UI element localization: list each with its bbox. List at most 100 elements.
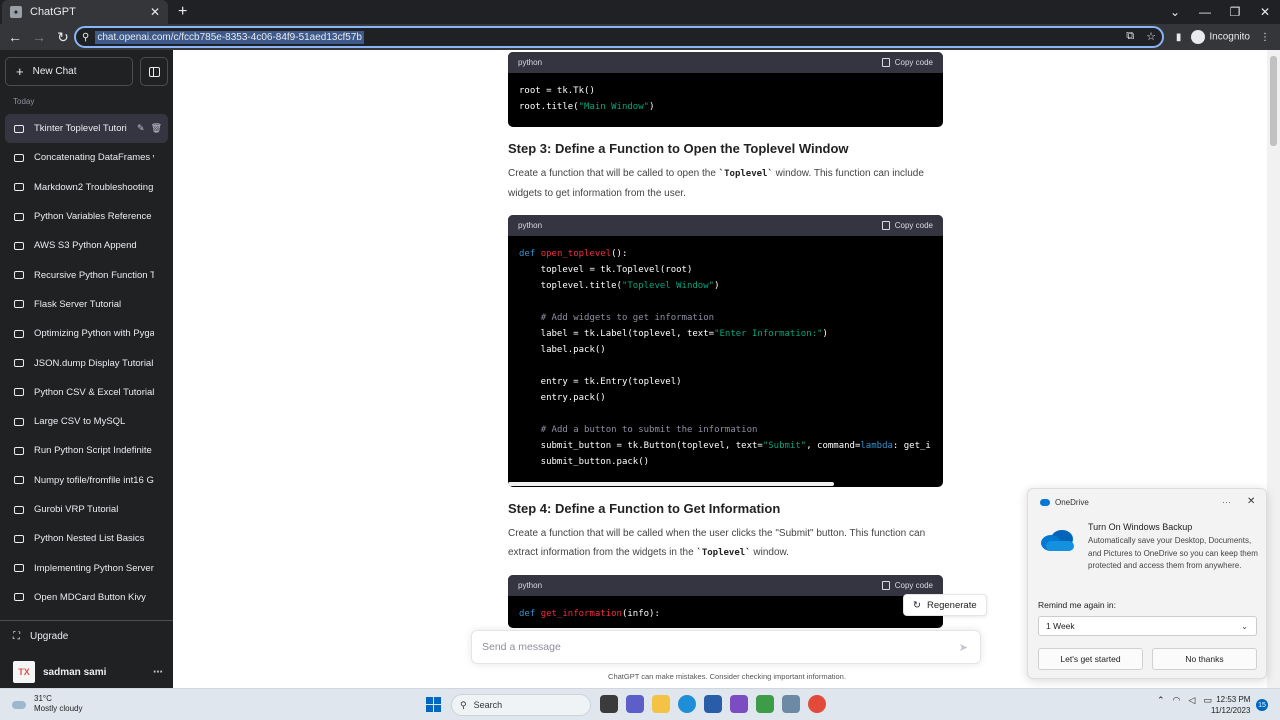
forward-icon[interactable]: →	[27, 29, 51, 45]
browser-tabbar: ✦ ChatGPT ✕ + ⌄ — ❐ ✕	[0, 0, 1280, 24]
chat-history-item[interactable]: Recursive Python Function T	[5, 260, 168, 289]
chat-bubble-icon	[14, 388, 24, 397]
chat-bubble-icon	[14, 271, 24, 280]
inline-code: `Toplevel`	[718, 169, 773, 179]
notepad-icon[interactable]	[756, 695, 774, 713]
app-icon[interactable]	[730, 695, 748, 713]
message-input[interactable]	[482, 641, 942, 653]
store-icon[interactable]	[704, 695, 722, 713]
wifi-icon[interactable]: ◠	[1173, 695, 1181, 706]
copy-label: Copy code	[894, 581, 933, 590]
clock[interactable]: 12:53 PM 11/12/2023	[1211, 694, 1250, 716]
tab-title: ChatGPT	[30, 6, 76, 18]
more-icon[interactable]: ⋯	[153, 667, 163, 678]
chat-history-item[interactable]: Tkinter Toplevel Tutori ✎ 🗑	[5, 114, 168, 144]
incognito-icon	[1191, 30, 1206, 44]
code-block: python Copy code def open_toplevel(): to…	[508, 215, 943, 487]
chat-bubble-icon	[14, 476, 24, 485]
copy-code-button[interactable]: Copy code	[881, 581, 933, 590]
edge-icon[interactable]	[678, 695, 696, 713]
back-icon[interactable]: ←	[3, 29, 27, 45]
send-icon[interactable]: ➤	[959, 641, 968, 654]
regenerate-label: Regenerate	[926, 599, 977, 611]
reload-icon[interactable]: ↻	[51, 29, 75, 46]
copy-code-button[interactable]: Copy code	[881, 221, 933, 230]
chat-history-item[interactable]: Optimizing Python with Pyga	[5, 319, 168, 348]
chat-history-item[interactable]: Implementing Python Server	[5, 553, 168, 582]
toast-more-icon[interactable]: ···	[1222, 497, 1231, 507]
new-tab-icon[interactable]: +	[178, 3, 187, 21]
step4-paragraph: Create a function that will be called wh…	[508, 524, 938, 563]
chat-history-item[interactable]: Open MDCard Button Kivy	[5, 583, 168, 612]
toast-app: OneDrive	[1040, 498, 1089, 507]
restore-icon[interactable]: ❐	[1220, 5, 1250, 19]
chat-bubble-icon	[14, 300, 24, 309]
start-button[interactable]	[426, 697, 441, 712]
chat-history-item[interactable]: Markdown2 Troubleshooting	[5, 173, 168, 202]
teams-icon[interactable]	[626, 695, 644, 713]
chat-history-item[interactable]: Python Nested List Basics	[5, 524, 168, 553]
scrollbar-thumb[interactable]	[1270, 56, 1277, 146]
photos-icon[interactable]	[782, 695, 800, 713]
chat-title: Tkinter Toplevel Tutori	[34, 123, 127, 135]
task-view-icon[interactable]	[600, 695, 618, 713]
incognito-badge[interactable]: Incognito	[1191, 30, 1250, 44]
regenerate-button[interactable]: ↻ Regenerate	[903, 594, 987, 616]
remind-select[interactable]: 1 Week ⌄	[1038, 616, 1257, 636]
side-panel-icon[interactable]: ▮	[1176, 32, 1182, 43]
onedrive-cloud-icon	[1041, 530, 1074, 551]
menu-icon[interactable]: ⋮	[1260, 32, 1270, 43]
new-chat-button[interactable]: + New Chat	[5, 57, 133, 86]
volume-icon[interactable]: ◁	[1188, 695, 1195, 706]
chat-title: Large CSV to MySQL	[34, 416, 126, 428]
install-icon[interactable]: ⧉	[1126, 30, 1134, 43]
user-menu[interactable]: TX sadman sami ⋯	[13, 661, 163, 683]
step4-text-b: window.	[750, 547, 789, 558]
close-window-icon[interactable]: ✕	[1250, 5, 1280, 19]
no-thanks-button[interactable]: No thanks	[1152, 648, 1257, 670]
delete-icon[interactable]: 🗑	[151, 123, 162, 134]
lets-get-started-button[interactable]: Let's get started	[1038, 648, 1143, 670]
chat-history-item[interactable]: Numpy tofile/fromfile int16 G	[5, 466, 168, 495]
browser-tab[interactable]: ✦ ChatGPT ✕	[2, 0, 168, 24]
notification-badge[interactable]: 15	[1256, 699, 1268, 711]
search-label: Search	[473, 700, 503, 710]
edit-icon[interactable]: ✎	[137, 123, 145, 134]
close-tab-icon[interactable]: ✕	[150, 5, 160, 19]
url-text[interactable]: chat.openai.com/c/fccb785e-8353-4c06-84f…	[95, 30, 364, 44]
system-tray: ⌃ ◠ ◁ ▭	[1157, 695, 1212, 706]
address-bar[interactable]: ⚲ chat.openai.com/c/fccb785e-8353-4c06-8…	[74, 26, 1164, 48]
chat-history-item[interactable]: Python CSV & Excel Tutorial	[5, 378, 168, 407]
copy-code-button[interactable]: Copy code	[881, 58, 933, 67]
minimize-icon[interactable]: —	[1190, 5, 1220, 19]
tab-search-icon[interactable]: ⌄	[1160, 5, 1190, 19]
chat-history-item[interactable]: Flask Server Tutorial	[5, 290, 168, 319]
chat-history-item[interactable]: Concatenating DataFrames v	[5, 143, 168, 172]
chevron-up-icon[interactable]: ⌃	[1157, 695, 1165, 706]
chat-history-item[interactable]: JSON.dump Display Tutorial	[5, 348, 168, 377]
chat-history-item[interactable]: Python Variables Reference	[5, 202, 168, 231]
chrome-icon[interactable]	[808, 695, 826, 713]
chat-history-item[interactable]: Run Python Script Indefinite	[5, 436, 168, 465]
file-explorer-icon[interactable]	[652, 695, 670, 713]
site-info-icon[interactable]: ⚲	[82, 32, 89, 43]
horizontal-scrollbar[interactable]	[508, 482, 834, 486]
toast-close-icon[interactable]: ✕	[1247, 496, 1255, 507]
bookmark-star-icon[interactable]: ☆	[1146, 30, 1156, 43]
clipboard-icon	[881, 581, 890, 590]
chat-history-item[interactable]: Large CSV to MySQL	[5, 407, 168, 436]
step4-heading: Step 4: Define a Function to Get Informa…	[508, 501, 781, 516]
toast-body: Automatically save your Desktop, Documen…	[1088, 536, 1258, 570]
taskbar-search[interactable]: ⚲ Search	[451, 694, 591, 716]
weather-condition: Mostly cloudy	[34, 704, 83, 713]
sidebar-toggle-button[interactable]	[140, 57, 168, 86]
chat-history-item[interactable]: Gurobi VRP Tutorial	[5, 495, 168, 524]
chat-title: Optimizing Python with Pyga	[34, 328, 154, 340]
chat-bubble-icon	[14, 534, 24, 543]
chat-history-item[interactable]: AWS S3 Python Append	[5, 231, 168, 260]
upgrade-button[interactable]: ⛶ Upgrade	[13, 631, 68, 642]
page-scrollbar[interactable]	[1267, 50, 1280, 688]
weather-widget[interactable]: 31°C Mostly cloudy	[12, 694, 82, 714]
chat-title: JSON.dump Display Tutorial	[34, 357, 154, 369]
chat-actions: ✎ 🗑	[137, 123, 162, 134]
